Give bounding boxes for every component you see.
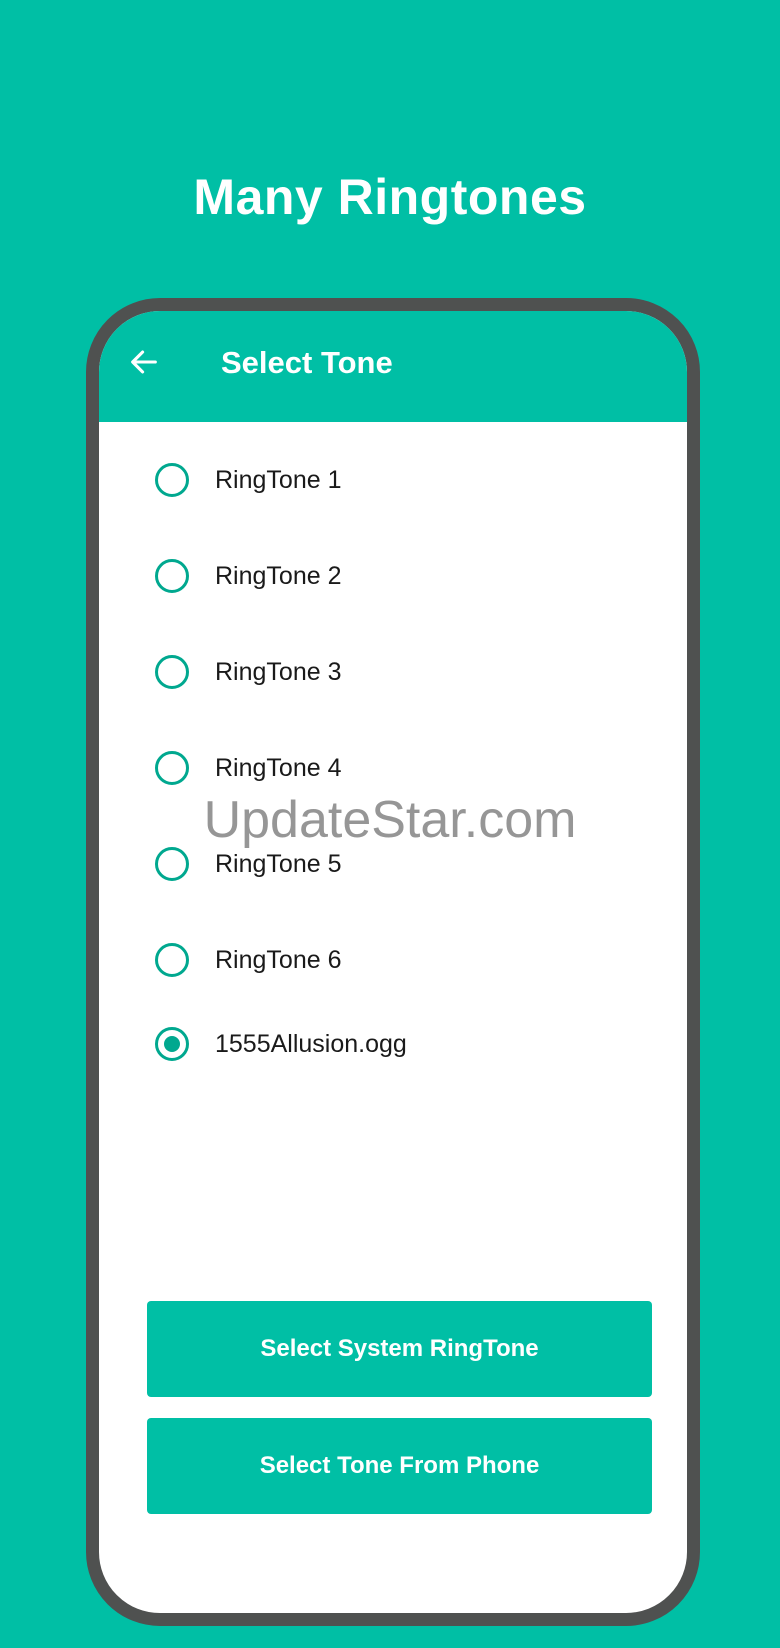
tone-label: RingTone 1 — [215, 465, 342, 494]
tone-label: RingTone 4 — [215, 753, 342, 782]
select-tone-from-phone-button[interactable]: Select Tone From Phone — [147, 1418, 652, 1514]
tone-item-5[interactable]: RingTone 5 — [155, 834, 625, 894]
arrow-left-icon[interactable] — [127, 345, 161, 379]
radio-button[interactable] — [155, 655, 189, 689]
tone-item-4[interactable]: RingTone 4 — [155, 738, 625, 798]
tone-label: RingTone 5 — [215, 849, 342, 878]
tone-item-2[interactable]: RingTone 2 — [155, 546, 625, 606]
app-bar: Select Tone — [99, 311, 687, 422]
radio-button[interactable] — [155, 751, 189, 785]
page-title: Select Tone — [221, 345, 393, 380]
radio-button[interactable] — [155, 943, 189, 977]
tone-item-6[interactable]: RingTone 6 — [155, 930, 625, 990]
tone-label: 1555Allusion.ogg — [215, 1029, 407, 1058]
select-system-ringtone-button[interactable]: Select System RingTone — [147, 1301, 652, 1397]
radio-button[interactable] — [155, 847, 189, 881]
tone-item-1[interactable]: RingTone 1 — [155, 450, 625, 510]
radio-button[interactable] — [155, 463, 189, 497]
phone-frame: Select Tone RingTone 1 RingTone 2 RingTo… — [86, 298, 700, 1626]
radio-button[interactable] — [155, 559, 189, 593]
radio-button-selected[interactable] — [155, 1027, 189, 1061]
tone-label: RingTone 3 — [215, 657, 342, 686]
tone-label: RingTone 2 — [215, 561, 342, 590]
promo-headline: Many Ringtones — [193, 169, 587, 225]
tone-item-7[interactable]: 1555Allusion.ogg — [155, 1014, 625, 1074]
tone-label: RingTone 6 — [215, 945, 342, 974]
tone-item-3[interactable]: RingTone 3 — [155, 642, 625, 702]
